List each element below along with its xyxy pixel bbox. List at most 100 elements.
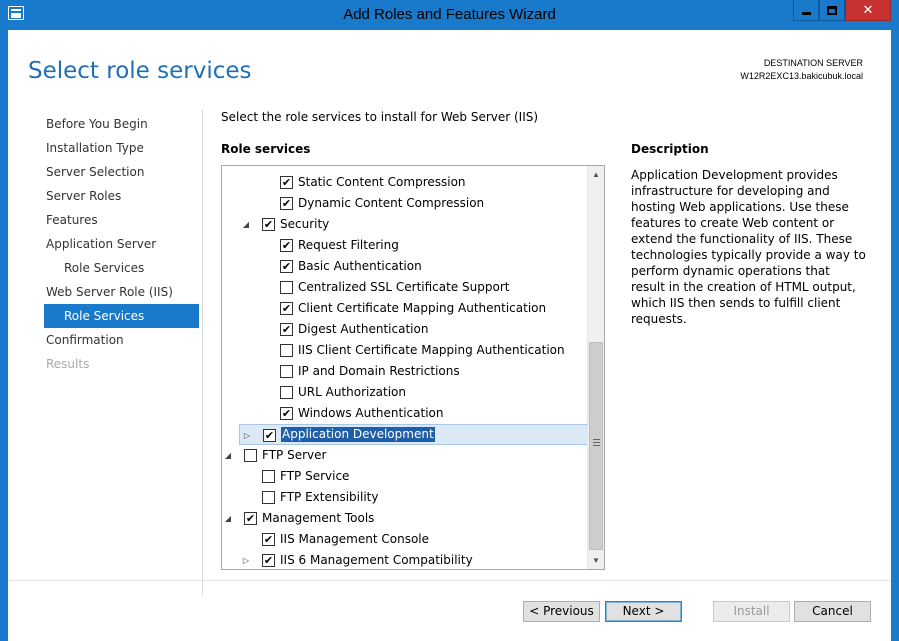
destination-server-info: DESTINATION SERVER W12R2EXC13.bakicubuk.… xyxy=(740,57,863,83)
nav-divider xyxy=(202,110,203,595)
tree-item[interactable]: ✔ Basic Authentication xyxy=(222,256,588,277)
role-service-checkbox[interactable] xyxy=(262,491,275,504)
grip-icon xyxy=(593,439,600,446)
role-service-checkbox[interactable]: ✔ xyxy=(263,429,276,442)
maximize-icon xyxy=(827,5,837,15)
tree-item[interactable]: URL Authorization xyxy=(222,382,588,403)
collapse-arrow-icon[interactable]: ◢ xyxy=(223,445,233,466)
nav-step-installation-type[interactable]: Installation Type xyxy=(44,136,199,160)
role-service-checkbox[interactable]: ✔ xyxy=(280,407,293,420)
nav-step-role-services[interactable]: Role Services xyxy=(44,304,199,328)
minimize-icon xyxy=(801,11,811,15)
tree-item[interactable]: ✔ IIS Management Console xyxy=(222,529,588,550)
role-service-checkbox[interactable] xyxy=(280,344,293,357)
tree-item-label: Windows Authentication xyxy=(298,406,444,420)
role-service-checkbox[interactable] xyxy=(280,281,293,294)
tree-item-label: IIS Client Certificate Mapping Authentic… xyxy=(298,343,565,357)
destination-label: DESTINATION SERVER xyxy=(763,58,863,68)
page-title: Select role services xyxy=(28,58,252,84)
role-service-checkbox[interactable] xyxy=(280,386,293,399)
tree-item[interactable]: ✔ Dynamic Content Compression xyxy=(222,193,588,214)
role-service-checkbox[interactable] xyxy=(244,449,257,462)
tree-item[interactable]: ▷ ✔ IIS 6 Management Compatibility xyxy=(222,550,588,569)
previous-button[interactable]: < Previous xyxy=(523,601,600,622)
tree-item[interactable]: ✔ Digest Authentication xyxy=(222,319,588,340)
role-service-checkbox[interactable] xyxy=(280,365,293,378)
nav-step-before-you-begin[interactable]: Before You Begin xyxy=(44,112,199,136)
instruction-text: Select the role services to install for … xyxy=(221,110,539,124)
tree-item-label: Digest Authentication xyxy=(298,322,429,336)
nav-step-results: Results xyxy=(46,357,90,371)
tree-item[interactable]: ✔ Request Filtering xyxy=(222,235,588,256)
tree-item[interactable]: IIS Client Certificate Mapping Authentic… xyxy=(222,340,588,361)
close-button[interactable]: ✕ xyxy=(845,0,891,21)
minimize-button[interactable] xyxy=(793,0,819,21)
nav-step-web-server-role-iis[interactable]: Web Server Role (IIS) xyxy=(44,280,199,304)
title-bar: Add Roles and Features Wizard ✕ xyxy=(0,0,899,30)
tree-item-label: FTP Service xyxy=(280,469,350,483)
tree-item-label: IIS 6 Management Compatibility xyxy=(280,553,473,567)
cancel-button[interactable]: Cancel xyxy=(794,601,871,622)
nav-step-server-roles[interactable]: Server Roles xyxy=(44,184,199,208)
description-text: Application Development provides infrast… xyxy=(631,168,866,326)
wizard-content: Select role services DESTINATION SERVER … xyxy=(8,30,891,641)
role-service-checkbox[interactable]: ✔ xyxy=(262,554,275,567)
scroll-down-button[interactable]: ▼ xyxy=(588,552,604,569)
tree-item-label: Security xyxy=(280,217,330,231)
nav-step-role-services[interactable]: Role Services xyxy=(44,256,199,280)
tree-item-label: Static Content Compression xyxy=(298,175,466,189)
role-service-checkbox[interactable]: ✔ xyxy=(262,218,275,231)
collapse-arrow-icon[interactable]: ◢ xyxy=(223,508,233,529)
tree-item[interactable]: ▷ ✔ Application Development xyxy=(239,424,604,446)
tree-item[interactable]: ✔ Static Content Compression xyxy=(222,172,588,193)
role-service-checkbox[interactable]: ✔ xyxy=(280,302,293,315)
window-title: Add Roles and Features Wizard xyxy=(343,6,556,23)
role-service-checkbox[interactable]: ✔ xyxy=(280,260,293,273)
tree-item-label: IIS Management Console xyxy=(280,532,430,546)
tree-item-label: Centralized SSL Certificate Support xyxy=(298,280,510,294)
scroll-thumb[interactable] xyxy=(589,342,603,550)
tree-item[interactable]: ◢ ✔ Security xyxy=(222,214,588,235)
install-button[interactable]: Install xyxy=(713,601,790,622)
nav-step-server-selection[interactable]: Server Selection xyxy=(44,160,199,184)
role-service-checkbox[interactable]: ✔ xyxy=(244,512,257,525)
tree-item[interactable]: IP and Domain Restrictions xyxy=(222,361,588,382)
role-services-heading: Role services xyxy=(221,142,311,156)
scroll-up-button[interactable]: ▲ xyxy=(588,166,604,183)
tree-item[interactable]: ✔ Windows Authentication xyxy=(222,403,588,424)
tree-item-label: Management Tools xyxy=(262,511,375,525)
role-service-checkbox[interactable]: ✔ xyxy=(280,197,293,210)
tree-item[interactable]: ◢ FTP Server xyxy=(222,445,588,466)
nav-step-features[interactable]: Features xyxy=(44,208,199,232)
tree-item-label: Request Filtering xyxy=(298,238,399,252)
next-button[interactable]: Next > xyxy=(605,601,682,622)
tree-item[interactable]: ✔ Client Certificate Mapping Authenticati… xyxy=(222,298,588,319)
tree-item[interactable]: FTP Service xyxy=(222,466,588,487)
tree-item[interactable]: Centralized SSL Certificate Support xyxy=(222,277,588,298)
footer-divider xyxy=(8,580,891,581)
tree-item-label: FTP Extensibility xyxy=(280,490,379,504)
close-icon: ✕ xyxy=(862,2,874,18)
role-service-checkbox[interactable]: ✔ xyxy=(280,239,293,252)
role-services-tree[interactable]: ✔ Static Content Compression ✔ Dynamic Cont… xyxy=(221,165,605,570)
nav-step-application-server[interactable]: Application Server xyxy=(44,232,199,256)
tree-item-label: Basic Authentication xyxy=(298,259,422,273)
tree-item-label: Dynamic Content Compression xyxy=(298,196,485,210)
tree-scrollbar[interactable]: ▲ ▼ xyxy=(587,166,604,569)
collapse-arrow-icon[interactable]: ◢ xyxy=(241,214,251,235)
maximize-button[interactable] xyxy=(819,0,845,21)
tree-item[interactable]: ◢ ✔ Management Tools xyxy=(222,508,588,529)
role-service-checkbox[interactable]: ✔ xyxy=(280,323,293,336)
expand-arrow-icon[interactable]: ▷ xyxy=(242,425,252,446)
role-service-checkbox[interactable] xyxy=(262,470,275,483)
tree-item-label: URL Authorization xyxy=(298,385,406,399)
tree-item-label: Application Development xyxy=(281,427,435,442)
nav-step-confirmation[interactable]: Confirmation xyxy=(44,328,199,352)
tree-item[interactable]: FTP Extensibility xyxy=(222,487,588,508)
expand-arrow-icon[interactable]: ▷ xyxy=(241,550,251,569)
role-service-checkbox[interactable]: ✔ xyxy=(280,176,293,189)
role-service-checkbox[interactable]: ✔ xyxy=(262,533,275,546)
tree-item-label: FTP Server xyxy=(262,448,327,462)
tree-item-label: IP and Domain Restrictions xyxy=(298,364,460,378)
tree-item-label: Client Certificate Mapping Authenticatio… xyxy=(298,301,547,315)
